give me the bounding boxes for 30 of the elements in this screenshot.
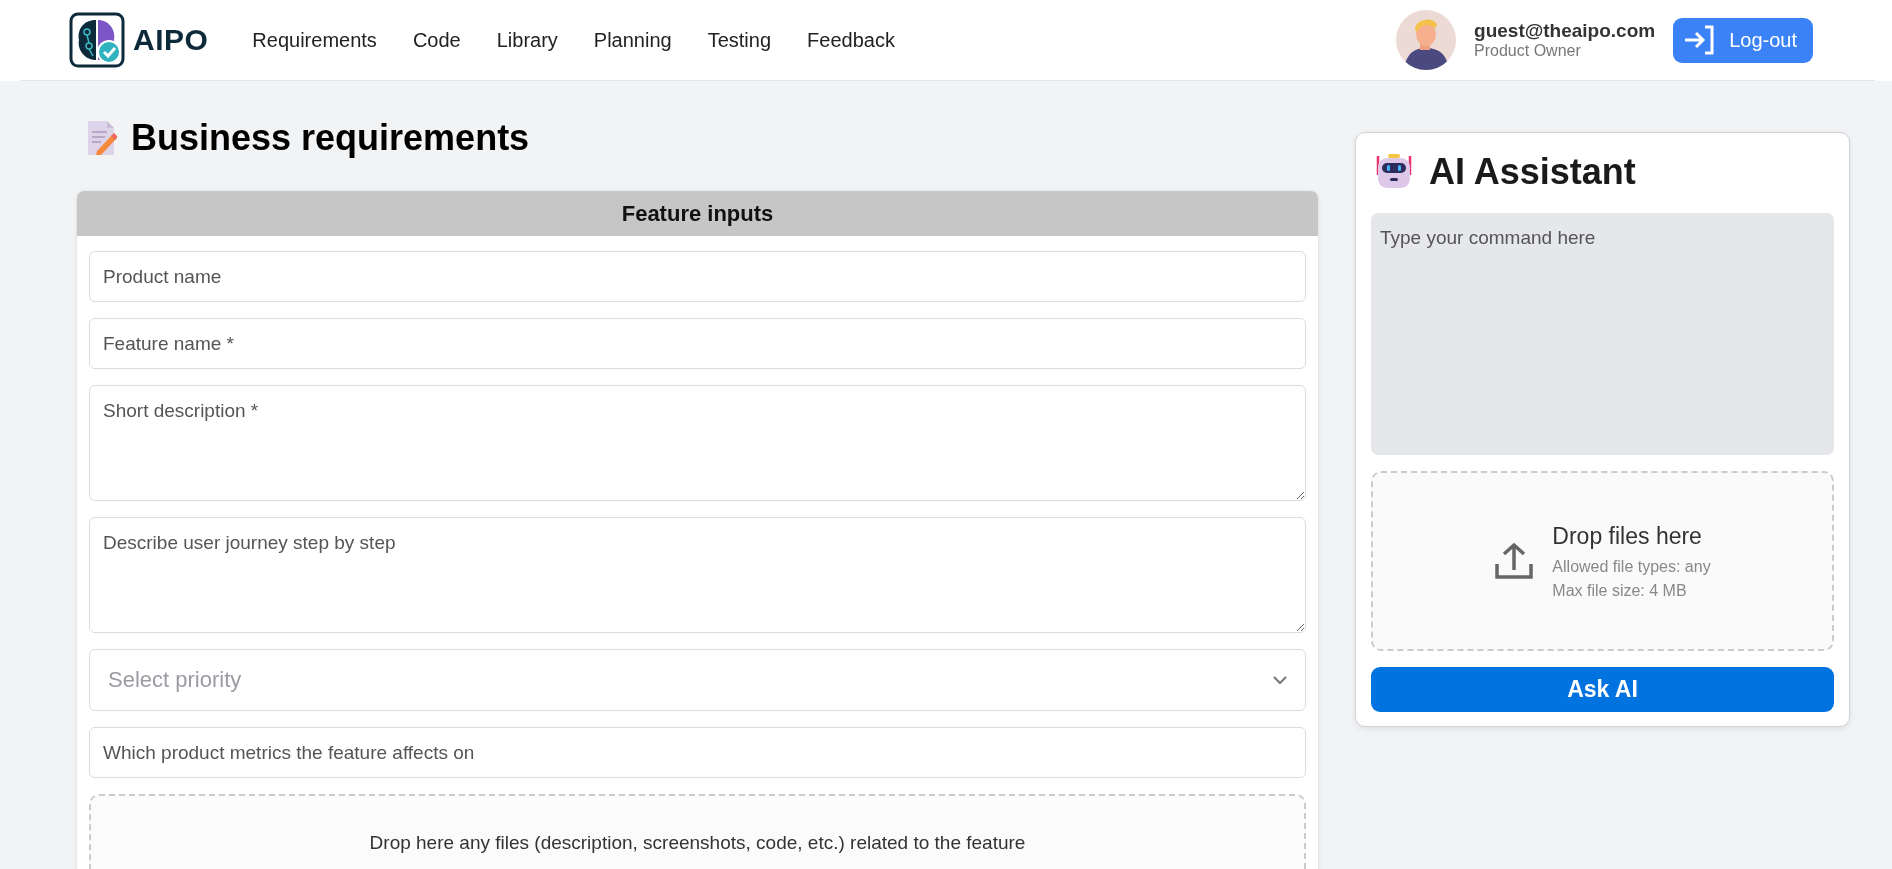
nav-link[interactable]: Feedback [807,28,895,52]
nav-link[interactable]: Library [496,28,558,52]
user-role: Product Owner [1474,42,1582,60]
form-title: Feature inputs [77,191,1318,236]
dropzone-hint: Allowed file types: any [1552,557,1711,576]
nav-link[interactable]: Code [412,28,461,52]
document-pencil-icon [87,120,117,156]
nav-link[interactable]: Planning [593,28,672,52]
text-field[interactable]: Feature name * [89,318,1306,369]
dropzone-hint: Max file size: 4 MB [1552,581,1688,600]
user-email: guest@theaipo.com [1474,20,1656,42]
chevron-down-icon [1273,675,1287,685]
command-field[interactable]: Type your command here [1371,213,1834,455]
file-dropzone[interactable]: Drop here any files (description, screenshots, code, etc.) related to the feature [89,794,1306,869]
text-field[interactable]: Which product metrics the feature affects on [89,727,1306,778]
panel-title: AI Assistant [1429,151,1636,193]
nav-link[interactable]: Testing [707,28,772,52]
file-dropzone[interactable]: Drop files here Allowed file types: any Max file size: 4 MB [1371,471,1834,651]
dropzone-title: Drop files here [1552,522,1703,550]
nav-link[interactable]: Requirements [252,28,377,52]
logo-text: AIPO [133,23,209,57]
page-title: Business requirements [131,117,530,159]
ask-ai-button[interactable]: Ask AI [1371,667,1834,712]
robot-icon [1375,153,1413,191]
text-field[interactable]: Product name [89,251,1306,302]
brain-logo-icon [69,12,125,68]
upload-icon [1494,542,1535,580]
logout-button[interactable]: Log-out [1673,17,1813,63]
text-area[interactable]: Short description * [89,385,1306,501]
text-area[interactable]: Describe user journey step by step [89,517,1306,633]
